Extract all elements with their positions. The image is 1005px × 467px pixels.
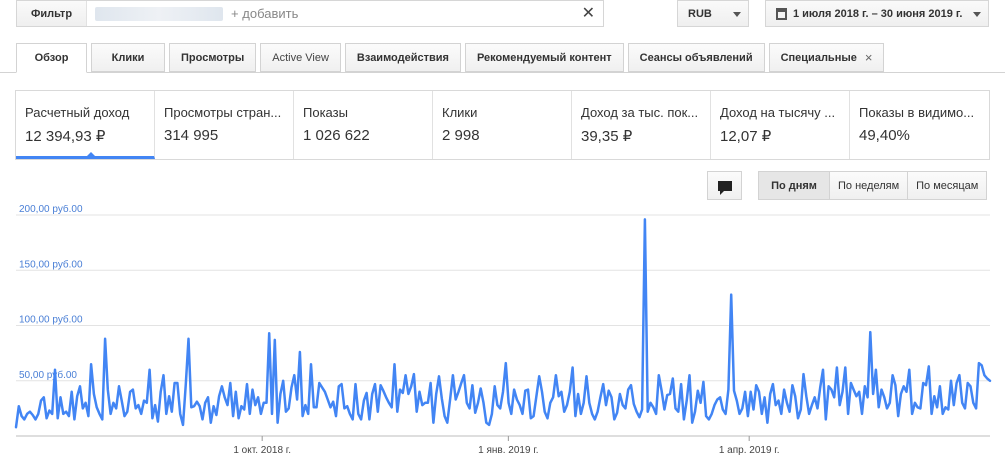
earnings-line-chart: 50,00 руб.00 100,00 руб.00 150,00 руб.00 20… — [14, 205, 992, 456]
close-icon[interactable]: ✕ — [582, 5, 595, 22]
y-tick-label: 200,00 руб.00 — [19, 205, 83, 215]
chevron-down-icon — [973, 12, 981, 17]
tab-recommended-content[interactable]: Рекомендуемый контент — [464, 43, 624, 72]
period-weekly-button[interactable]: По неделям — [830, 172, 909, 199]
add-filter-input[interactable]: + добавить — [231, 6, 298, 21]
tab-active-view[interactable]: Active View — [260, 43, 341, 72]
date-range-select[interactable]: 1 июля 2018 г. – 30 июня 2019 г. — [765, 0, 989, 27]
metric-value: 1 026 622 — [303, 127, 370, 144]
calendar-icon — [776, 7, 787, 20]
tab-overview[interactable]: Обзор — [16, 43, 87, 73]
currency-select[interactable]: RUB — [677, 0, 749, 27]
filter-button[interactable]: Фильтр — [17, 1, 88, 26]
metric-estimated-earnings[interactable]: Расчетный доход 12 394,93 ₽ — [16, 91, 155, 159]
metric-value: 12,07 ₽ — [720, 128, 772, 145]
tab-views[interactable]: Просмотры — [169, 43, 257, 72]
metric-impressions[interactable]: Показы 1 026 622 — [294, 91, 433, 159]
tab-ad-sessions[interactable]: Сеансы объявлений — [627, 43, 765, 72]
metric-label: Просмотры стран... — [164, 105, 282, 120]
period-daily-button[interactable]: По дням — [759, 172, 830, 199]
tab-custom[interactable]: Специальные × — [768, 43, 885, 72]
metric-cards: Расчетный доход 12 394,93 ₽ Просмотры ст… — [15, 90, 990, 160]
metric-impression-rpm[interactable]: Доход на тысячу ... 12,07 ₽ — [711, 91, 850, 159]
metric-label: Расчетный доход — [25, 105, 130, 120]
report-tabs: Обзор Клики Просмотры Active View Взаимо… — [16, 43, 888, 73]
period-toggle: По дням По неделям По месяцам — [758, 171, 988, 200]
comment-icon — [717, 180, 732, 195]
metric-value: 39,35 ₽ — [581, 128, 633, 145]
metric-label: Клики — [442, 105, 478, 120]
y-tick-label: 100,00 руб.00 — [19, 314, 83, 326]
y-tick-label: 50,00 руб.00 — [19, 369, 77, 381]
y-tick-label: 150,00 руб.00 — [19, 258, 83, 270]
x-tick-label: 1 янв. 2019 г. — [478, 445, 538, 456]
period-monthly-button[interactable]: По месяцам — [908, 172, 987, 199]
metric-label: Показы в видимо... — [859, 105, 975, 120]
metric-page-views[interactable]: Просмотры стран... 314 995 — [155, 91, 294, 159]
metric-active-view-viewable[interactable]: Показы в видимо... 49,40% — [850, 91, 989, 159]
metric-label: Показы — [303, 105, 348, 120]
date-range-label: 1 июля 2018 г. – 30 июня 2019 г. — [793, 7, 963, 20]
tab-interactions[interactable]: Взаимодействия — [344, 43, 461, 72]
metric-value: 314 995 — [164, 127, 219, 144]
x-tick-label: 1 апр. 2019 г. — [719, 445, 780, 456]
metric-label: Доход на тысячу ... — [720, 105, 836, 120]
tab-clicks[interactable]: Клики — [91, 43, 165, 72]
tab-custom-label: Специальные — [780, 51, 857, 64]
filter-chip[interactable] — [95, 6, 224, 21]
currency-label: RUB — [688, 7, 712, 20]
metric-page-rpm[interactable]: Доход за тыс. пок... 39,35 ₽ — [572, 91, 711, 159]
chevron-down-icon — [733, 12, 741, 17]
annotation-button[interactable] — [707, 171, 742, 200]
metric-clicks[interactable]: Клики 2 998 — [433, 91, 572, 159]
x-tick-label: 1 окт. 2018 г. — [233, 445, 291, 456]
metric-value: 2 998 — [442, 127, 480, 144]
adsense-report: { "filter": { "button_label": "Фильтр", … — [0, 0, 1005, 467]
metric-label: Доход за тыс. пок... — [581, 105, 699, 120]
filter-bar: Фильтр + добавить ✕ — [16, 0, 604, 27]
series-line — [14, 218, 992, 429]
close-icon[interactable]: × — [865, 50, 873, 65]
active-indicator — [84, 152, 98, 156]
metric-value: 49,40% — [859, 127, 910, 144]
metric-value: 12 394,93 ₽ — [25, 128, 106, 145]
